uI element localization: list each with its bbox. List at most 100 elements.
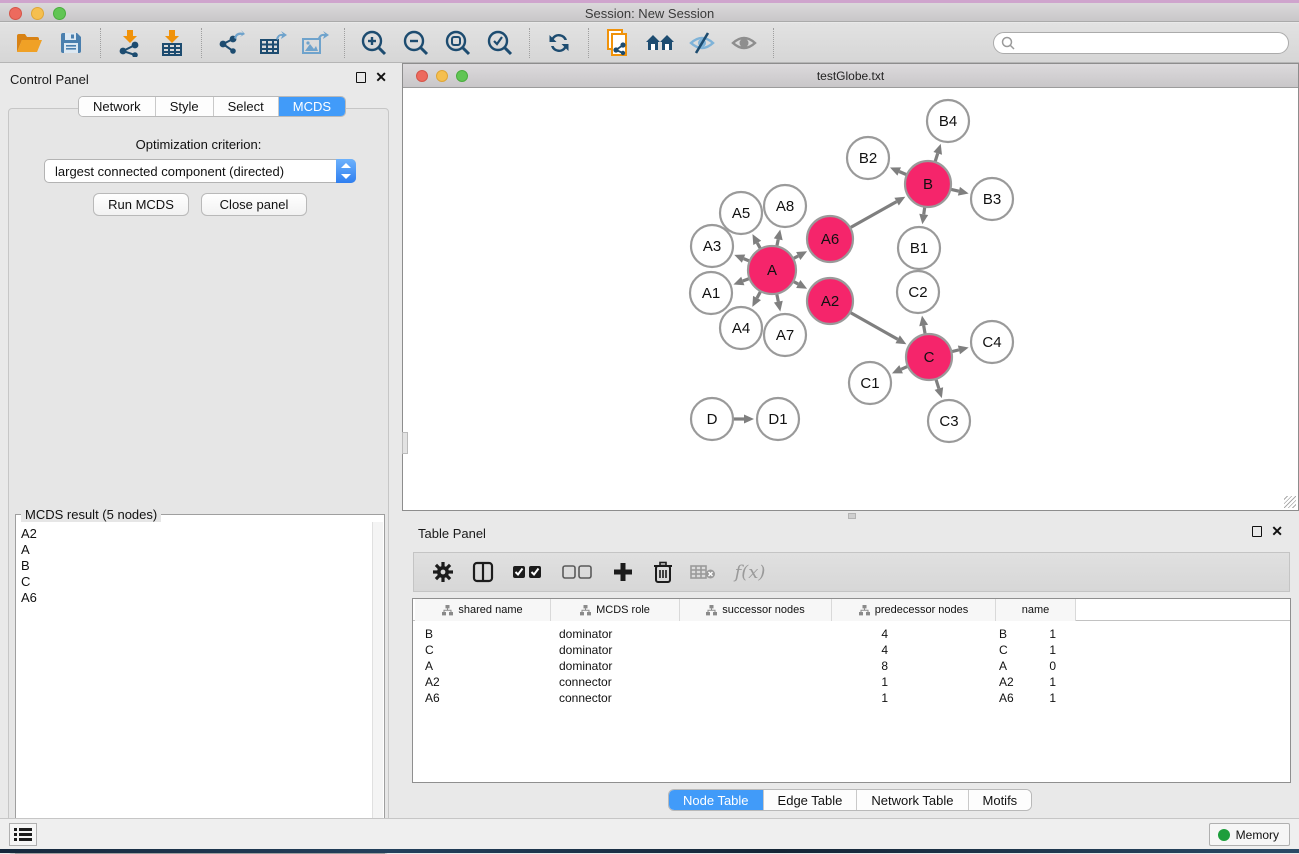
result-item[interactable]: A2 <box>21 526 371 542</box>
table-body[interactable]: Bdominator41BCdominator41CAdominator80AA… <box>413 621 1290 782</box>
cell-predecessor-nodes-row3[interactable]: 1 <box>413 674 1056 690</box>
tab-network-table[interactable]: Network Table <box>857 790 968 810</box>
column-header-shared-name[interactable]: shared name <box>415 599 551 621</box>
cell-name-row1[interactable]: C <box>999 642 1069 658</box>
table-tabs: Node TableEdge TableNetwork TableMotifs <box>668 789 1032 811</box>
column-header-label: name <box>1022 604 1050 616</box>
memory-label: Memory <box>1236 828 1279 842</box>
first-neighbors-icon[interactable] <box>643 28 677 58</box>
cytoscape-app-window: Session: New Session <box>0 0 1299 853</box>
zoom-fit-icon[interactable] <box>441 28 475 58</box>
cell-predecessor-nodes-row0[interactable]: 1 <box>413 626 1056 642</box>
tab-mcds[interactable]: MCDS <box>279 97 345 116</box>
zoom-out-icon[interactable] <box>399 28 433 58</box>
result-item[interactable]: A <box>21 542 371 558</box>
run-mcds-button[interactable]: Run MCDS <box>93 193 189 216</box>
function-builder-icon[interactable]: f(x) <box>730 559 770 585</box>
column-header-MCDS-role[interactable]: MCDS role <box>551 599 680 621</box>
optimization-criterion-label: Optimization criterion: <box>9 137 388 152</box>
cell-name-row0[interactable]: B <box>999 626 1069 642</box>
arrowhead-D-D1 <box>744 415 754 424</box>
result-item[interactable]: B <box>21 558 371 574</box>
import-table-icon[interactable] <box>155 28 189 58</box>
cell-predecessor-nodes-row1[interactable]: 1 <box>413 642 1056 658</box>
criterion-value: largest connected component (directed) <box>45 164 336 179</box>
zoom-in-icon[interactable] <box>357 28 391 58</box>
node-label-A1: A1 <box>702 285 720 302</box>
control-panel-title: Control Panel <box>10 72 89 87</box>
task-history-button[interactable] <box>9 823 37 846</box>
network-resize-grip[interactable] <box>1284 496 1296 508</box>
search-field[interactable] <box>993 32 1289 54</box>
export-table-icon[interactable] <box>256 28 290 58</box>
float-panel-icon[interactable] <box>356 72 366 83</box>
node-label-A7: A7 <box>776 327 794 344</box>
mcds-result-list[interactable]: A2ABCA6 <box>17 522 371 851</box>
node-label-B: B <box>923 176 933 193</box>
refresh-icon[interactable] <box>542 28 576 58</box>
column-header-label: predecessor nodes <box>875 604 969 616</box>
cell-name-row4[interactable]: A6 <box>999 690 1069 706</box>
arrowhead-B-B3 <box>958 187 969 196</box>
tab-edge-table[interactable]: Edge Table <box>764 790 858 810</box>
cell-name-row2[interactable]: A <box>999 658 1069 674</box>
column-header-label: MCDS role <box>596 604 650 616</box>
node-table[interactable]: shared name MCDS role successor nodes prede… <box>412 598 1291 783</box>
column-visibility-icon[interactable] <box>470 559 496 585</box>
session-title: Session: New Session <box>0 6 1299 21</box>
list-icon <box>14 827 32 842</box>
export-image-icon[interactable] <box>298 28 332 58</box>
cell-name-row3[interactable]: A2 <box>999 674 1069 690</box>
cell-predecessor-nodes-row4[interactable]: 1 <box>413 690 1056 706</box>
add-column-icon[interactable] <box>610 559 636 585</box>
network-window-side-handle[interactable] <box>402 432 408 454</box>
search-input[interactable] <box>1016 36 1276 50</box>
tab-node-table[interactable]: Node Table <box>669 790 764 810</box>
shared-column-icon <box>442 605 453 616</box>
result-item[interactable]: A6 <box>21 590 371 606</box>
column-header-name[interactable]: name <box>996 599 1076 621</box>
zoom-selected-icon[interactable] <box>483 28 517 58</box>
show-all-icon[interactable] <box>727 28 761 58</box>
column-header-predecessor-nodes[interactable]: predecessor nodes <box>832 599 996 621</box>
table-close-panel-icon[interactable]: ✕ <box>1271 526 1283 537</box>
table-float-panel-icon[interactable] <box>1252 526 1262 537</box>
criterion-dropdown[interactable]: largest connected component (directed) <box>44 159 356 183</box>
result-scrollbar[interactable] <box>372 522 383 851</box>
tab-style[interactable]: Style <box>156 97 214 116</box>
desktop-strip <box>0 849 1299 853</box>
table-settings-gear-icon[interactable] <box>430 559 456 585</box>
splitter-handle[interactable] <box>848 513 856 519</box>
delete-table-icon[interactable] <box>690 559 716 585</box>
export-network-icon[interactable] <box>214 28 248 58</box>
close-panel-button[interactable]: Close panel <box>201 193 307 216</box>
new-network-from-selection-icon[interactable] <box>601 28 635 58</box>
result-item[interactable]: C <box>21 574 371 590</box>
node-label-D1: D1 <box>768 411 787 428</box>
network-canvas[interactable]: AA6A2BCA1A3A5A8A4A7B1B2B3B4C1C2C3C4DD1 <box>404 89 1297 510</box>
network-window-titlebar[interactable]: testGlobe.txt <box>403 64 1298 88</box>
delete-column-icon[interactable] <box>650 559 676 585</box>
edge-A2-C[interactable] <box>848 311 897 339</box>
memory-button[interactable]: Memory <box>1209 823 1290 846</box>
save-session-icon[interactable] <box>54 28 88 58</box>
node-label-B3: B3 <box>983 191 1001 208</box>
node-label-A3: A3 <box>703 238 721 255</box>
node-label-A8: A8 <box>776 198 794 215</box>
select-all-rows-icon[interactable] <box>510 559 546 585</box>
open-file-icon[interactable] <box>12 28 46 58</box>
tab-select[interactable]: Select <box>214 97 279 116</box>
edge-A6-B[interactable] <box>848 202 896 229</box>
arrowhead-C-C4 <box>958 345 969 354</box>
close-panel-icon[interactable]: ✕ <box>375 72 387 83</box>
import-network-icon[interactable] <box>113 28 147 58</box>
deselect-all-rows-icon[interactable] <box>560 559 596 585</box>
cell-predecessor-nodes-row2[interactable]: 0 <box>413 658 1056 674</box>
tab-network[interactable]: Network <box>79 97 156 116</box>
status-bar: Memory <box>0 818 1299 849</box>
search-icon <box>1000 35 1016 51</box>
tab-motifs[interactable]: Motifs <box>969 790 1032 810</box>
column-header-successor-nodes[interactable]: successor nodes <box>680 599 832 621</box>
node-label-A5: A5 <box>732 205 750 222</box>
hide-selected-icon[interactable] <box>685 28 719 58</box>
